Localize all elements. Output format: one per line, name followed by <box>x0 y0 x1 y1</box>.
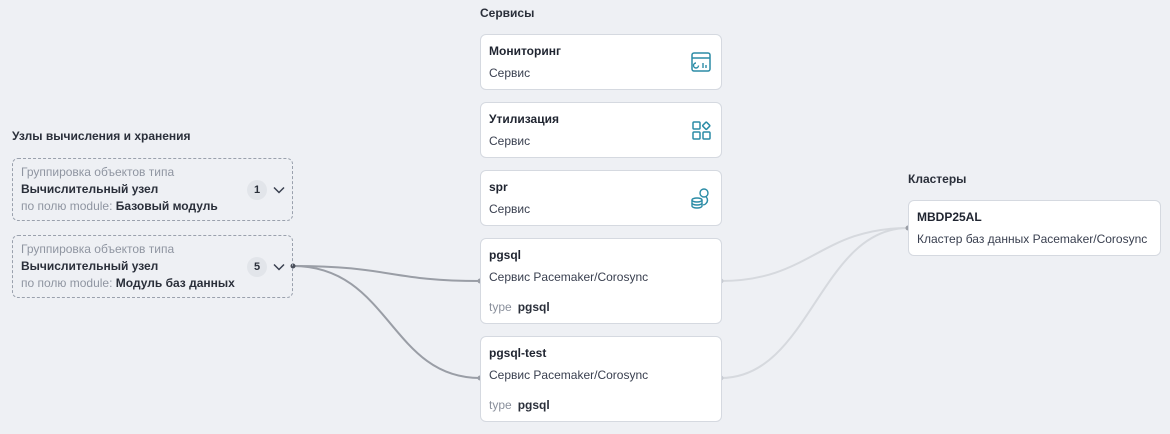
group-count-badge: 1 <box>247 180 267 200</box>
card-subtitle: Сервис Pacemaker/Corosync <box>489 368 649 382</box>
card-subtitle: Сервис Pacemaker/Corosync <box>489 270 649 284</box>
card-name: Мониторинг <box>489 44 561 58</box>
card-attribute: type pgsql <box>489 300 550 314</box>
node-group-base-module[interactable]: Группировка объектов типа Вычислительный… <box>12 158 293 221</box>
service-card-pgsql[interactable]: pgsql Сервис Pacemaker/Corosync type pgsq… <box>480 238 722 324</box>
group-header: Группировка объектов типа <box>21 242 175 256</box>
link-group-to-pgsql-test <box>292 265 481 379</box>
utilization-icon <box>692 121 711 140</box>
node-group-database-module[interactable]: Группировка объектов типа Вычислительный… <box>12 235 293 298</box>
card-attribute: type pgsql <box>489 398 550 412</box>
group-count-badge: 5 <box>247 257 267 277</box>
group-header: Группировка объектов типа <box>21 165 175 179</box>
card-name: Утилизация <box>489 112 559 126</box>
compute-column-title: Узлы вычисления и хранения <box>12 129 191 143</box>
group-type-name: Вычислительный узел <box>21 182 159 196</box>
card-subtitle: Сервис <box>489 66 531 80</box>
service-card-monitoring[interactable]: Мониторинг Сервис <box>480 34 722 90</box>
card-subtitle: Сервис <box>489 202 531 216</box>
link-pgsql-to-cluster <box>720 227 909 282</box>
database-search-icon <box>691 188 709 209</box>
card-subtitle: Сервис <box>489 134 531 148</box>
group-field: по полю module: Модуль баз данных <box>21 276 235 290</box>
card-subtitle: Кластер баз данных Pacemaker/Corosync <box>917 232 1148 246</box>
card-name: spr <box>489 180 508 194</box>
clusters-column-title: Кластеры <box>908 172 967 186</box>
card-name: MBDP25AL <box>917 210 982 224</box>
service-card-spr[interactable]: spr Сервис <box>480 170 722 226</box>
chevron-down-icon[interactable] <box>272 260 286 274</box>
chevron-down-icon[interactable] <box>272 183 286 197</box>
service-card-pgsql-test[interactable]: pgsql-test Сервис Pacemaker/Corosync typ… <box>480 336 722 422</box>
services-column-title: Сервисы <box>480 6 535 20</box>
group-type-name: Вычислительный узел <box>21 259 159 273</box>
group-field: по полю module: Базовый модуль <box>21 199 218 213</box>
cluster-card-mbdp25al[interactable]: MBDP25AL Кластер баз данных Pacemaker/Co… <box>908 200 1161 256</box>
monitoring-icon <box>691 52 711 72</box>
link-pgsql-test-to-cluster <box>720 227 909 379</box>
service-card-utilization[interactable]: Утилизация Сервис <box>480 102 722 158</box>
card-name: pgsql <box>489 248 521 262</box>
card-name: pgsql-test <box>489 346 547 360</box>
link-group-to-pgsql <box>292 265 481 282</box>
